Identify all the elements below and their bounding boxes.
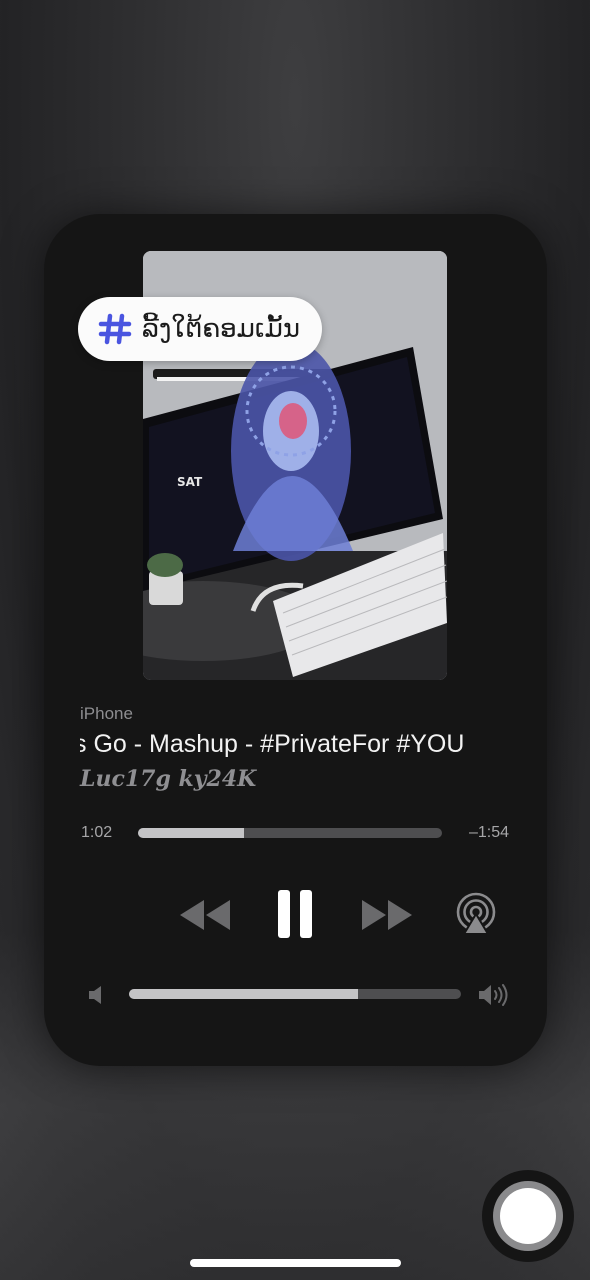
hashtag-icon — [98, 313, 132, 345]
speaker-high-icon — [479, 984, 508, 1006]
artist-name: Luc17g ky24K — [80, 766, 257, 792]
speaker-low-icon — [89, 986, 101, 1004]
assistive-touch-button[interactable] — [482, 1170, 574, 1262]
playback-scrubber[interactable] — [138, 828, 442, 838]
fast-forward-icon[interactable] — [360, 898, 414, 932]
hashtag-link-badge[interactable]: ລີ້ງໃຕ້ຄອມເມັ້ນ — [78, 297, 323, 361]
rewind-icon[interactable] — [178, 898, 232, 932]
pause-icon[interactable] — [276, 890, 316, 940]
assistive-touch-dot — [500, 1188, 556, 1244]
track-title-marquee: s Go - Mashup - #PrivateFor #YOU — [80, 730, 518, 766]
track-title: s Go - Mashup - #PrivateFor #YOU — [80, 730, 465, 758]
volume-slider[interactable] — [129, 989, 461, 999]
hashtag-link-label: ລີ້ງໃຕ້ຄອມເມັ້ນ — [142, 314, 301, 344]
playback-progress-fill — [138, 828, 245, 838]
remaining-time: –1:54 — [468, 824, 509, 841]
airplay-icon[interactable] — [454, 892, 498, 936]
volume-level-fill — [129, 989, 359, 999]
playback-source[interactable]: iPhone — [80, 704, 133, 724]
elapsed-time: 1:02 — [81, 824, 113, 841]
artwork-screen-text: SAT — [177, 475, 203, 489]
home-indicator[interactable] — [190, 1259, 401, 1267]
